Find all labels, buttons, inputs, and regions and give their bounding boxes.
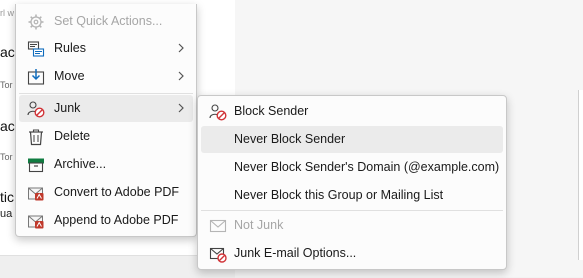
submenu-item-not-junk[interactable]: Not Junk: [201, 212, 503, 239]
submenu-item-never-block-domain[interactable]: Never Block Sender's Domain (@example.co…: [201, 154, 503, 181]
junk-icon: [26, 99, 46, 119]
menu-item-rules[interactable]: Rules: [19, 35, 193, 62]
message-subject-fragment[interactable]: ac: [0, 118, 15, 134]
menu-item-label: Append to Adobe PDF: [54, 213, 179, 227]
junk-submenu: Block Sender Never Block Sender Never Bl…: [197, 95, 507, 270]
submenu-item-label: Never Block this Group or Mailing List: [234, 188, 444, 202]
menu-item-label: Set Quick Actions...: [54, 14, 163, 28]
message-subject-fragment[interactable]: ac: [0, 44, 15, 60]
menu-item-label: Delete: [54, 129, 91, 143]
submenu-item-label: Junk E-mail Options...: [234, 246, 357, 260]
trash-icon: [26, 127, 46, 147]
submenu-item-junk-email-options[interactable]: Junk E-mail Options...: [201, 240, 503, 267]
message-sender-fragment[interactable]: Tor: [0, 152, 13, 162]
submenu-item-label: Never Block Sender's Domain (@example.co…: [234, 160, 500, 174]
submenu-item-never-block-sender[interactable]: Never Block Sender: [201, 126, 503, 153]
message-sender-fragment[interactable]: Tor: [0, 80, 13, 90]
reading-pane-edge: [578, 90, 583, 260]
message-sender-fragment[interactable]: ua: [0, 208, 12, 220]
menu-item-move[interactable]: Move: [19, 63, 193, 90]
message-subject-fragment[interactable]: tic: [0, 189, 14, 205]
archive-icon: [26, 155, 46, 175]
menu-item-label: Archive...: [54, 157, 107, 171]
submenu-item-label: Block Sender: [234, 104, 309, 118]
adobe-pdf-append-icon: [26, 211, 46, 231]
submenu-item-label: Not Junk: [234, 218, 284, 232]
lightning-gear-icon: [26, 12, 46, 32]
menu-item-delete[interactable]: Delete: [19, 123, 193, 150]
move-icon: [26, 67, 46, 87]
adobe-pdf-icon: [26, 183, 46, 203]
not-junk-mail-icon: [208, 216, 228, 236]
menu-item-label: Convert to Adobe PDF: [54, 185, 180, 199]
menu-item-label: Rules: [54, 41, 86, 55]
submenu-item-block-sender[interactable]: Block Sender: [201, 98, 503, 125]
context-menu: Set Quick Actions... Rules Move Junk Del…: [15, 4, 197, 237]
menu-item-convert-to-adobe-pdf[interactable]: Convert to Adobe PDF: [19, 179, 193, 206]
menu-item-append-to-adobe-pdf[interactable]: Append to Adobe PDF: [19, 207, 193, 234]
menu-item-label: Junk: [54, 101, 81, 115]
menu-separator: [19, 93, 193, 94]
chevron-right-icon: [175, 68, 187, 84]
chevron-right-icon: [175, 40, 187, 56]
block-sender-icon: [208, 102, 228, 122]
chevron-right-icon: [175, 100, 187, 116]
junk-options-icon: [208, 244, 228, 264]
submenu-item-never-block-group[interactable]: Never Block this Group or Mailing List: [201, 182, 503, 209]
menu-item-set-quick-actions[interactable]: Set Quick Actions...: [19, 8, 193, 35]
menu-item-junk[interactable]: Junk: [19, 95, 193, 122]
submenu-item-label: Never Block Sender: [234, 132, 346, 146]
menu-item-label: Move: [54, 69, 85, 83]
rules-icon: [26, 39, 46, 59]
search-hint-fragment: rl w: [0, 8, 14, 18]
menu-item-archive[interactable]: Archive...: [19, 151, 193, 178]
submenu-separator: [201, 210, 503, 211]
